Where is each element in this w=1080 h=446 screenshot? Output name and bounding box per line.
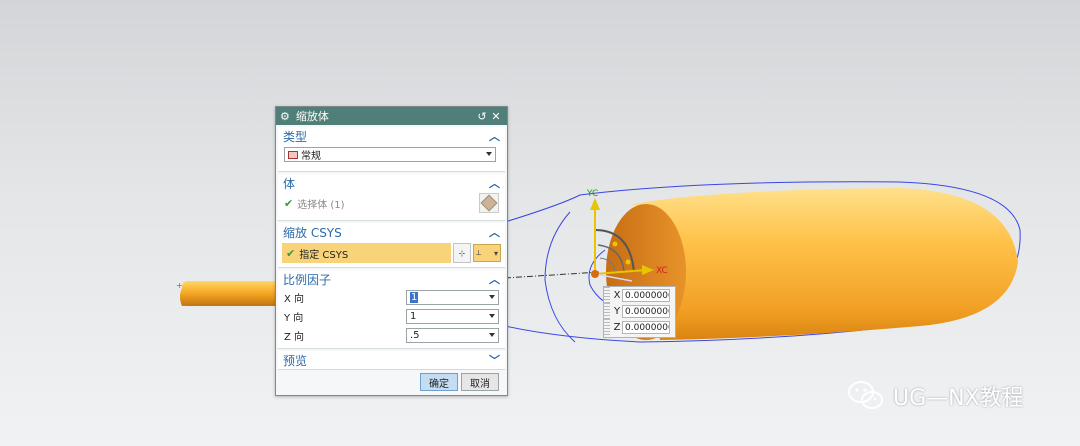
- svg-text:+: +: [176, 281, 183, 290]
- yc-axis-label: YC: [586, 189, 598, 199]
- dialog-title: 缩放体: [295, 110, 329, 123]
- solid-body-icon: [480, 194, 498, 212]
- csys-type-dropdown[interactable]: ⟂ ▾: [473, 244, 501, 262]
- dialog-titlebar[interactable]: ⚙ 缩放体 ↺ ✕: [276, 107, 507, 125]
- scale-factor-header[interactable]: 比例因子 ︿: [278, 270, 505, 288]
- watermark-text: UG—NX教程: [893, 386, 1024, 411]
- checkmark-icon: ✔: [286, 246, 296, 260]
- coord-row-z: Z 0.00000000: [604, 319, 675, 335]
- csys-section-header[interactable]: 缩放 CSYS ︿: [278, 223, 505, 241]
- x-factor-value: 1: [410, 292, 419, 303]
- coord-z-field[interactable]: 0.00000000: [622, 320, 670, 334]
- drag-grip[interactable]: [604, 303, 610, 319]
- reset-icon[interactable]: ↺: [475, 110, 489, 123]
- csys-dialog-button[interactable]: ⊹: [453, 243, 471, 263]
- select-body-row[interactable]: ✔ 选择体 (1): [278, 192, 505, 214]
- xc-axis-label: XC: [656, 266, 668, 276]
- z-factor-row: Z 向 .5: [278, 326, 505, 345]
- ok-button[interactable]: 确定: [420, 373, 458, 391]
- scale-factor-section: 比例因子 ︿ X 向 1 Y 向 1 Z 向 .5: [278, 270, 505, 349]
- select-body-button[interactable]: [479, 193, 499, 213]
- preview-section-label: 预览: [283, 353, 308, 368]
- z-factor-value: .5: [410, 330, 420, 341]
- csys-section-label: 缩放 CSYS: [283, 225, 342, 240]
- cancel-button[interactable]: 取消: [461, 373, 499, 391]
- coord-y-field[interactable]: 0.00000000: [622, 304, 670, 318]
- csys-section: 缩放 CSYS ︿ ✔ 指定 CSYS ⊹ ⟂ ▾: [278, 223, 505, 268]
- coord-x-label: X: [613, 289, 621, 301]
- coordinate-input-panel: X 0.00000000 Y 0.00000000 Z 0.00000000: [603, 286, 676, 338]
- type-dropdown[interactable]: 常规: [284, 147, 496, 162]
- z-factor-label: Z 向: [284, 332, 305, 343]
- dropdown-arrow-icon: [486, 152, 492, 156]
- type-section: 类型 ︿ 常规: [278, 127, 505, 172]
- select-body-label: 选择体 (1): [297, 199, 345, 211]
- preview-section: 预览 ﹀: [278, 351, 505, 370]
- body-section-header[interactable]: 体 ︿: [278, 174, 505, 192]
- body-section: 体 ︿ ✔ 选择体 (1): [278, 174, 505, 221]
- y-factor-value: 1: [410, 311, 417, 322]
- gear-icon: ⚙: [280, 109, 290, 123]
- csys-dialog-icon: ⊹: [458, 248, 466, 258]
- y-factor-label: Y 向: [284, 313, 304, 324]
- csys-axes-icon: ⟂: [476, 248, 482, 257]
- chevron-down-icon: ﹀: [489, 354, 500, 367]
- body-section-label: 体: [283, 176, 296, 191]
- x-factor-row: X 向 1: [278, 288, 505, 307]
- x-factor-label: X 向: [284, 294, 305, 305]
- center-axis-line: [504, 271, 601, 279]
- close-icon[interactable]: ✕: [489, 110, 503, 123]
- type-section-header[interactable]: 类型 ︿: [278, 127, 505, 145]
- preview-section-header[interactable]: 预览 ﹀: [278, 351, 505, 369]
- dropdown-arrow-icon: [489, 314, 495, 318]
- dropdown-arrow-icon: [489, 295, 495, 299]
- coord-y-label: Y: [613, 305, 621, 317]
- scale-type-icon: [288, 150, 298, 159]
- specify-csys-label: 指定 CSYS: [299, 249, 349, 261]
- coord-z-label: Z: [613, 321, 621, 333]
- scale-body-dialog: ⚙ 缩放体 ↺ ✕ 类型 ︿ 常规 体 ︿ ✔ 选择体 (1) 缩放 CSYS …: [275, 106, 508, 396]
- drag-grip[interactable]: [604, 319, 610, 335]
- scale-factor-label: 比例因子: [283, 272, 332, 287]
- type-section-label: 类型: [283, 129, 308, 144]
- dropdown-arrow-icon: ▾: [493, 248, 498, 258]
- chevron-up-icon: ︿: [489, 130, 500, 143]
- x-factor-input[interactable]: 1: [406, 290, 499, 305]
- checkmark-icon: ✔: [284, 196, 294, 210]
- chevron-up-icon: ︿: [489, 177, 500, 190]
- z-factor-input[interactable]: .5: [406, 328, 499, 343]
- chevron-up-icon: ︿: [489, 226, 500, 239]
- coord-row-x: X 0.00000000: [604, 287, 675, 303]
- coord-row-y: Y 0.00000000: [604, 303, 675, 319]
- type-dropdown-value: 常规: [301, 151, 321, 162]
- y-factor-input[interactable]: 1: [406, 309, 499, 324]
- y-factor-row: Y 向 1: [278, 307, 505, 326]
- specify-csys-field[interactable]: ✔ 指定 CSYS: [282, 243, 451, 263]
- wechat-icon: [848, 381, 883, 409]
- dropdown-arrow-icon: [489, 333, 495, 337]
- chevron-up-icon: ︿: [489, 273, 500, 286]
- watermark: UG—NX教程: [847, 380, 1024, 412]
- drag-grip[interactable]: [604, 287, 610, 303]
- coord-x-field[interactable]: 0.00000000: [622, 288, 670, 302]
- dialog-footer: 确定 取消: [276, 369, 507, 395]
